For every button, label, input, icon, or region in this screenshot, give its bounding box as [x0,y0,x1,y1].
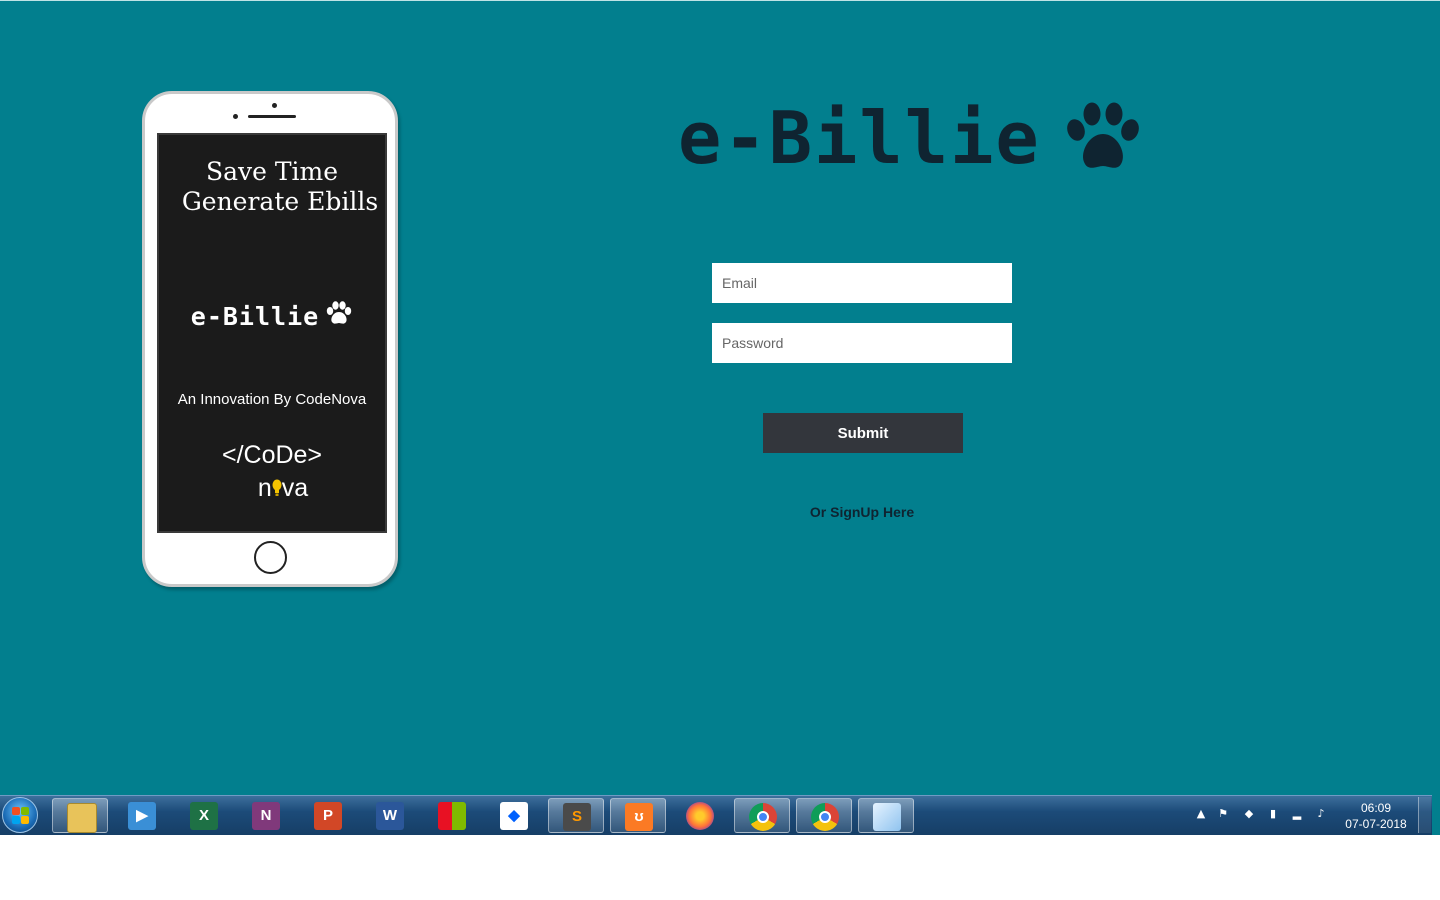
paw-icon [1066,102,1139,168]
phone-camera [272,103,277,108]
taskbar-notepad[interactable] [858,798,914,833]
sublime-text-icon: S [563,803,591,831]
taskbar-chrome-2[interactable] [796,798,852,833]
phone-home-button [254,541,287,574]
clock-time: 06:09 [1360,801,1392,815]
taskbar-media-player[interactable]: ▶ [114,798,170,833]
notepad-icon [873,803,901,831]
xampp-icon: ʊ [625,803,653,831]
nova-text: n va [181,472,385,505]
start-button[interactable] [2,797,38,833]
windows-logo-yellow [21,816,29,824]
password-field[interactable] [712,323,1012,363]
taskbar-file-explorer[interactable] [52,798,108,833]
chrome-icon [811,803,839,831]
lightbulb-icon [272,479,282,496]
nova-end: va [281,474,309,502]
slogan-line-2: Generate Ebills [181,187,379,216]
taskbar-onenote[interactable]: N [238,798,294,833]
dropbox-tray-icon[interactable]: ◆ [1242,807,1256,821]
phone-mockup: Save Time Generate Ebills e-Billie An In… [142,91,398,587]
dropbox-icon: ◆ [500,802,528,830]
slogan-line-1: Save Time [205,157,339,186]
phone-screen: Save Time Generate Ebills e-Billie An In… [157,133,387,533]
taskbar-dropbox[interactable]: ◆ [486,798,542,833]
login-page: Save Time Generate Ebills e-Billie An In… [0,0,1440,835]
phone-brand: e-Billie [159,301,385,331]
taskbar-chrome[interactable] [734,798,790,833]
windows-logo-red [12,807,20,815]
signal-icon[interactable]: ▂ [1290,807,1304,821]
clock[interactable]: 06:09 07-07-2018 [1340,800,1412,832]
taskbar-word[interactable]: W [362,798,418,833]
onenote-icon: N [252,802,280,830]
show-hidden-icons-icon[interactable]: ▲ [1194,807,1208,821]
action-center-flag-icon[interactable]: ⚑ [1216,807,1230,821]
brand-name: e-Billie [678,96,1041,180]
word-icon: W [376,802,404,830]
taskbar: ▶ X N P W ◆ S ʊ ▲ ⚑ ◆ ▮ ▂ ♪ 06:09 07-07-… [0,795,1432,835]
taskbar-xampp[interactable]: ʊ [610,798,666,833]
store-icon [438,802,466,830]
excel-icon: X [190,802,218,830]
phone-slogan: Save Time Generate Ebills [159,157,385,217]
taskbar-excel[interactable]: X [176,798,232,833]
taskbar-firefox[interactable] [672,798,728,833]
top-border [0,0,1440,1]
phone-brand-name: e-Billie [190,302,320,331]
show-desktop-button[interactable] [1418,797,1431,833]
taskbar-powerpoint[interactable]: P [300,798,356,833]
windows-logo-blue [12,816,20,824]
submit-button[interactable]: Submit [763,413,963,453]
nova-start: n [257,474,272,502]
taskbar-windows-store[interactable] [424,798,480,833]
media-player-icon: ▶ [128,802,156,830]
firefox-icon [686,802,714,830]
taskbar-sublime-text[interactable]: S [548,798,604,833]
clock-date: 07-07-2018 [1345,817,1407,831]
paw-icon [327,301,352,324]
chrome-icon [749,803,777,831]
phone-speaker [248,115,296,118]
brand-header: e-Billie [678,96,1141,180]
codenova-logo: </CoDe> n va [159,439,385,505]
email-field[interactable] [712,263,1012,303]
phone-sensor [233,114,238,119]
code-text: </CoDe> [221,441,323,469]
folder-icon [67,803,97,833]
innovation-text: An Innovation By CodeNova [177,391,367,408]
powerpoint-icon: P [314,802,342,830]
volume-icon[interactable]: ♪ [1314,807,1328,821]
windows-logo-green [21,807,29,815]
signup-link[interactable]: Or SignUp Here [762,504,962,520]
battery-icon[interactable]: ▮ [1266,807,1280,821]
